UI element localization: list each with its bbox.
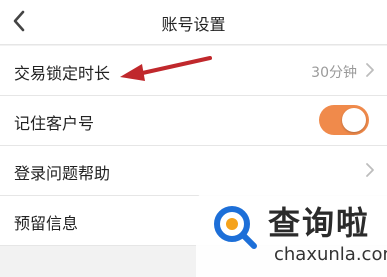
chevron-right-icon bbox=[366, 163, 374, 177]
chevron-right-icon bbox=[366, 63, 374, 77]
row-remember-account: 记住客户号 bbox=[0, 96, 387, 146]
watermark: 查询啦 chaxunla.com bbox=[196, 190, 387, 277]
remember-account-toggle[interactable] bbox=[319, 105, 369, 135]
magnifier-logo-icon bbox=[214, 206, 257, 249]
watermark-name: 查询啦 bbox=[268, 204, 371, 242]
annotation-arrow-icon bbox=[120, 56, 212, 81]
toggle-knob bbox=[342, 108, 366, 132]
row-login-help[interactable]: 登录问题帮助 bbox=[0, 146, 387, 196]
row-value: 30分钟 bbox=[311, 65, 357, 81]
row-label: 预留信息 bbox=[14, 214, 79, 233]
nav-bar: 账号设置 bbox=[0, 0, 387, 45]
watermark-domain: chaxunla.com bbox=[274, 244, 387, 265]
page-title: 账号设置 bbox=[161, 15, 226, 34]
row-label: 记住客户号 bbox=[14, 114, 95, 133]
row-label: 登录问题帮助 bbox=[14, 164, 111, 183]
row-label: 交易锁定时长 bbox=[14, 64, 111, 83]
